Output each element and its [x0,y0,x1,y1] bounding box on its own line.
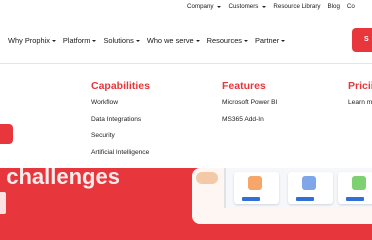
utility-links: Company Customers Resource Library Blog … [187,3,355,10]
mega-menu: Capabilities Workflow Data Integrations … [0,64,372,168]
menu-item-data-integrations[interactable]: Data Integrations [91,116,150,133]
utility-link-label: Company [187,3,214,10]
pricing-heading[interactable]: Pricii [348,80,372,92]
nav-item-label: Who we serve [146,36,194,45]
chevron-down-icon [135,39,140,42]
preview-card [288,172,333,204]
menu-item-security[interactable]: Security [91,132,150,149]
chevron-down-icon [51,39,56,42]
cta-button[interactable]: S [352,28,372,52]
utility-link-customers[interactable]: Customers [228,3,267,10]
main-nav: Why Prophix Platform Solutions Who we se… [0,14,372,64]
main-nav-items: Why Prophix Platform Solutions Who we se… [8,36,286,45]
nav-item-solutions[interactable]: Solutions [103,36,140,45]
preview-card [234,172,279,204]
document-icon [248,176,262,190]
utility-link-blog[interactable]: Blog [328,3,340,10]
nav-item-label: Partner [255,36,280,45]
card-button [346,197,364,201]
menu-item-workflow[interactable]: Workflow [91,99,150,116]
nav-item-resources[interactable]: Resources [207,36,248,45]
chevron-down-icon [262,5,267,8]
nav-item-why-prophix[interactable]: Why Prophix [8,36,56,45]
nav-item-label: Platform [62,36,91,45]
utility-link-contact[interactable]: Co [347,3,355,10]
card-button [242,197,260,201]
features-column: Features Microsoft Power BI MS365 Add-In [222,80,277,132]
utility-bar: Company Customers Resource Library Blog … [0,0,372,14]
menu-item-power-bi[interactable]: Microsoft Power BI [222,99,277,116]
nav-item-label: Solutions [103,36,134,45]
capabilities-column: Capabilities Workflow Data Integrations … [91,80,150,165]
menu-item-artificial-intelligence[interactable]: Artificial Intelligence [91,149,150,166]
pricing-column: Pricii Learn m [348,80,372,116]
utility-link-resource-library[interactable]: Resource Library [273,3,320,10]
decorative-shape [196,172,218,184]
hero-button[interactable] [0,124,13,144]
chevron-down-icon [281,39,286,42]
user-icon [352,176,366,190]
hero-headline-fragment [0,192,6,214]
nav-item-who-we-serve[interactable]: Who we serve [147,36,200,45]
chevron-down-icon [217,5,222,8]
chevron-down-icon [92,39,97,42]
nav-item-label: Why Prophix [8,36,50,45]
chevron-down-icon [244,39,248,42]
report-icon [302,176,316,190]
menu-item-ms365-addin[interactable]: MS365 Add-In [222,116,277,133]
hero-headline: ı challenges [0,164,120,189]
features-heading[interactable]: Features [222,80,277,92]
chevron-down-icon [195,39,200,42]
utility-link-company[interactable]: Company [187,3,222,10]
nav-item-label: Resources [206,36,242,45]
capabilities-heading[interactable]: Capabilities [91,80,150,92]
card-button [296,197,314,201]
menu-item-learn-more[interactable]: Learn m [348,99,372,116]
nav-item-platform[interactable]: Platform [63,36,97,45]
utility-link-label: Customers [228,3,259,10]
nav-item-partner[interactable]: Partner [255,36,286,45]
preview-card [338,172,372,204]
